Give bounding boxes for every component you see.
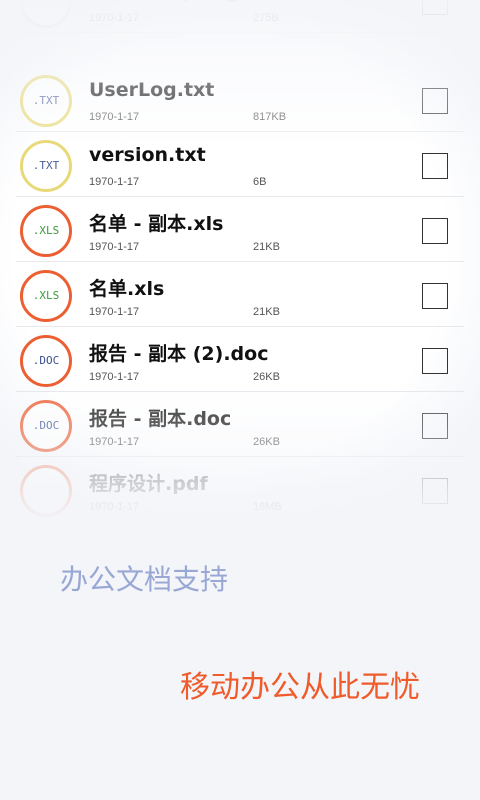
file-size: 26KB (253, 436, 280, 448)
txt-file-icon: .TXT (20, 140, 72, 192)
file-row[interactable]: .XLS 名单 - 副本.xls 1970-1-17 21KB (16, 198, 464, 262)
file-name: version.txt (89, 144, 206, 166)
xls-file-icon: .XLS (20, 205, 72, 257)
file-name: 名单 - 副本.xls (89, 213, 224, 235)
select-checkbox[interactable] (422, 413, 448, 439)
file-name: TrafficReport_1372266947 (89, 0, 369, 2)
file-type-label: .XLS (32, 289, 60, 302)
file-name: 程序设计.pdf (89, 473, 208, 495)
file-name: 名单.xls (89, 278, 165, 300)
file-size: 817KB (253, 111, 287, 123)
xls-file-icon: .XLS (20, 270, 72, 322)
file-date: 1970-1-17 (89, 501, 140, 513)
file-date: 1970-1-17 (89, 306, 140, 318)
file-type-label: .TXT (32, 94, 60, 107)
file-size: 6B (253, 176, 267, 188)
file-row[interactable]: .DOC 报告 - 副本.doc 1970-1-17 26KB (16, 393, 464, 457)
select-checkbox[interactable] (422, 478, 448, 504)
select-checkbox[interactable] (422, 88, 448, 114)
file-type-label: .XLS (32, 224, 60, 237)
file-row[interactable]: .DOC 报告 - 副本 (2).doc 1970-1-17 26KB (16, 328, 464, 392)
doc-file-icon: .DOC (20, 400, 72, 452)
file-row[interactable]: .TXT version.txt 1970-1-17 6B (16, 133, 464, 197)
select-checkbox[interactable] (422, 218, 448, 244)
file-size: 21KB (253, 306, 280, 318)
file-icon (20, 0, 72, 28)
file-row[interactable]: TrafficReport_1372266947 1970-1-17 275B (16, 0, 464, 33)
file-type-label: .TXT (32, 159, 60, 172)
txt-file-icon: .TXT (20, 75, 72, 127)
file-size: 26KB (253, 371, 280, 383)
file-date: 1970-1-17 (89, 436, 140, 448)
select-checkbox[interactable] (422, 153, 448, 179)
file-date: 1970-1-17 (89, 241, 140, 253)
file-size: 18MB (253, 501, 282, 513)
file-name: UserLog.txt (89, 79, 215, 101)
file-type-label: .DOC (32, 354, 60, 367)
file-name: 报告 - 副本 (2).doc (89, 343, 269, 365)
file-row[interactable]: .XLS 名单.xls 1970-1-17 21KB (16, 263, 464, 327)
doc-file-icon: .DOC (20, 335, 72, 387)
select-checkbox[interactable] (422, 283, 448, 309)
file-size: 275B (253, 12, 279, 24)
file-size: 21KB (253, 241, 280, 253)
file-list: TrafficReport_1372266947 1970-1-17 275B .TX… (0, 0, 480, 525)
slogan-mobile-office: 移动办公从此无忧 (180, 670, 420, 705)
file-date: 1970-1-17 (89, 371, 140, 383)
pdf-file-icon (20, 465, 72, 517)
file-row[interactable]: .TXT UserLog.txt 1970-1-17 817KB (16, 68, 464, 132)
file-date: 1970-1-17 (89, 111, 140, 123)
file-name: 报告 - 副本.doc (89, 408, 232, 430)
slogan-office-support: 办公文档支持 (60, 563, 229, 596)
file-row[interactable]: 程序设计.pdf 1970-1-17 18MB (16, 458, 464, 522)
select-checkbox[interactable] (422, 348, 448, 374)
file-date: 1970-1-17 (89, 176, 140, 188)
file-date: 1970-1-17 (89, 12, 140, 24)
select-checkbox[interactable] (422, 0, 448, 15)
file-type-label: .DOC (32, 419, 60, 432)
